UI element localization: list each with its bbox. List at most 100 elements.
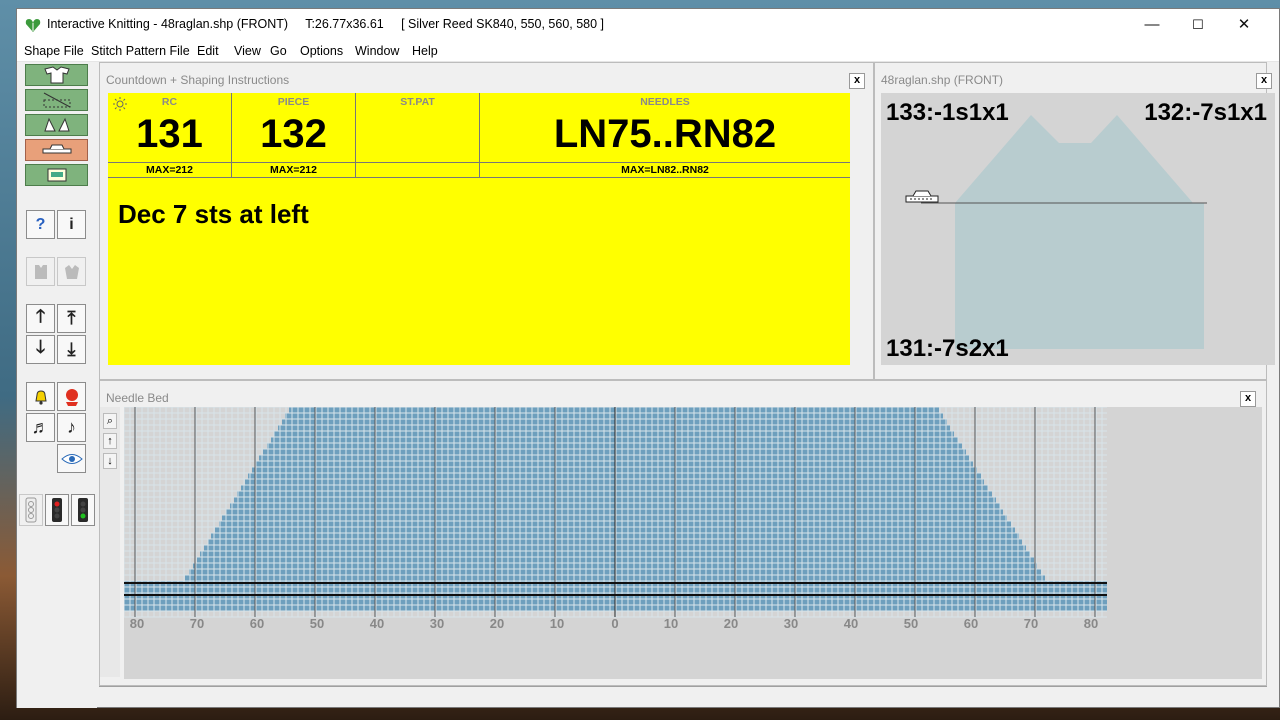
needle-bed-title: Needle Bed — [106, 391, 169, 405]
tick-label: 20 — [489, 616, 505, 631]
app-heart-icon — [25, 19, 41, 32]
stitch-row — [289, 407, 939, 413]
countdown-window: Countdown + Shaping Instructions x RC 13… — [99, 62, 874, 380]
help-button[interactable]: ? — [26, 210, 55, 239]
music-note-button[interactable]: ♪ — [57, 413, 86, 442]
menu-options[interactable]: Options — [300, 44, 343, 58]
tick-label: 70 — [1023, 616, 1039, 631]
carriage-icon — [905, 190, 939, 203]
tick-label: 10 — [549, 616, 565, 631]
scroll-down-icon[interactable]: ↓ — [103, 453, 117, 469]
menu-window[interactable]: Window — [355, 44, 399, 58]
front-piece-button[interactable] — [26, 257, 55, 286]
go-bottom-button[interactable]: ⤓ — [57, 335, 86, 364]
needles-header: NEEDLES — [640, 96, 690, 108]
piece-value: 132 — [260, 112, 327, 156]
raglan-pieces-icon — [43, 117, 70, 132]
traffic-light-red-icon — [52, 498, 62, 522]
pattern-card-button[interactable] — [25, 164, 88, 186]
tick-label: 20 — [723, 616, 739, 631]
close-button[interactable]: ✕ — [1221, 9, 1267, 41]
tick-label: 0 — [611, 616, 619, 631]
needle-bed-window: Needle Bed x ⌕ ↑ ↓ 80 70 60 50 40 30 20 … — [99, 380, 1267, 686]
stpat-header: ST.PAT — [400, 96, 435, 108]
bell-button[interactable] — [26, 382, 55, 411]
traffic-light-green-button[interactable] — [71, 494, 95, 526]
tick-label: 30 — [429, 616, 445, 631]
rc-cell: RC 131 — [108, 93, 232, 163]
garment-shape-drawing — [921, 115, 1207, 349]
tick-label: 80 — [1083, 616, 1099, 631]
stpat-max — [356, 163, 480, 177]
traffic-light-red-button[interactable] — [45, 494, 69, 526]
shape-view: 133:-1s1x1 132:-7s1x1 131:-7s2x1 — [881, 93, 1275, 365]
piece-cell: PIECE 132 — [232, 93, 356, 163]
traffic-light-off-icon — [25, 497, 37, 523]
shape-label-bottom-left: 131:-7s2x1 — [886, 335, 1009, 362]
menu-go[interactable]: Go — [270, 44, 287, 58]
tick-label: 50 — [903, 616, 919, 631]
menu-shape-file[interactable]: Shape File — [24, 44, 84, 58]
stitch-row — [278, 425, 950, 431]
raglan-piece-icon — [64, 264, 79, 279]
tick-label: 70 — [189, 616, 205, 631]
vest-icon — [34, 264, 47, 279]
tick-label: 40 — [369, 616, 385, 631]
tick-label: 10 — [663, 616, 679, 631]
go-top-button[interactable]: ⤒ — [57, 304, 86, 333]
watch-button[interactable] — [57, 444, 86, 473]
shaping-instruction: Dec 7 sts at left — [118, 199, 309, 229]
scroll-up-icon[interactable]: ↑ — [103, 433, 117, 449]
menu-edit[interactable]: Edit — [197, 44, 219, 58]
rc-value: 131 — [136, 112, 203, 156]
piece-header: PIECE — [277, 96, 310, 108]
needle-bed-close-button[interactable]: x — [1240, 391, 1256, 407]
minimize-button[interactable]: — — [1129, 9, 1175, 41]
row-up-button[interactable]: 🡑 — [26, 304, 55, 333]
grid-shape-button[interactable] — [25, 89, 88, 111]
menu-view[interactable]: View — [234, 44, 261, 58]
info-button[interactable]: i — [57, 210, 86, 239]
tick-label: 60 — [963, 616, 979, 631]
countdown-window-title: Countdown + Shaping Instructions — [106, 73, 290, 87]
music-notes-button[interactable]: ♬ — [26, 413, 55, 442]
speaking-head-icon — [65, 388, 78, 406]
maximize-button[interactable]: ☐ — [1175, 9, 1221, 41]
needles-max: MAX=LN82..RN82 — [621, 164, 709, 176]
window-title: Interactive Knitting - 48raglan.shp (FRO… — [47, 17, 605, 31]
shape-window-title: 48raglan.shp (FRONT) — [881, 73, 1004, 87]
pattern-card-icon — [47, 168, 66, 182]
countdown-close-button[interactable]: x — [849, 73, 865, 89]
tick-label: 60 — [249, 616, 265, 631]
traffic-light-off-button[interactable] — [19, 494, 43, 526]
needles-cell: NEEDLES LN75..RN82 — [480, 93, 850, 163]
raglan-pieces-button[interactable] — [25, 114, 88, 136]
needle-bed-grid — [123, 406, 1107, 618]
bell-icon — [34, 389, 47, 405]
row-down-button[interactable]: 🡓 — [26, 335, 55, 364]
knitting-machine-icon — [42, 144, 71, 154]
grid-slope-icon — [43, 92, 70, 108]
menu-stitch-pattern-file[interactable]: Stitch Pattern File — [91, 44, 190, 58]
menu-help[interactable]: Help — [412, 44, 438, 58]
rc-max: MAX=212 — [108, 163, 232, 177]
zoom-icon[interactable]: ⌕ — [103, 413, 117, 429]
needle-bed-side-tools: ⌕ ↑ ↓ — [100, 407, 120, 677]
rc-header: RC — [161, 96, 178, 108]
shape-window: 48raglan.shp (FRONT) x 133:-1s1x1 132:-7… — [874, 62, 1275, 380]
max-row: MAX=212 MAX=212 MAX=LN82..RN82 — [108, 162, 850, 178]
shape-label-top-right: 132:-7s1x1 — [1144, 99, 1267, 126]
menu-bar: Shape File Stitch Pattern File Edit View… — [17, 41, 1279, 62]
shape-close-button[interactable]: x — [1256, 73, 1272, 89]
back-piece-button[interactable] — [57, 257, 86, 286]
speech-button[interactable] — [57, 382, 86, 411]
needle-bed-view: 80 70 60 50 40 30 20 10 0 10 20 30 40 50… — [123, 406, 1262, 679]
garment-shape-button[interactable] — [25, 64, 88, 86]
shape-label-top-left: 133:-1s1x1 — [886, 99, 1009, 126]
tick-label: 80 — [129, 616, 145, 631]
countdown-panel: RC 131 PIECE 132 ST.PAT NEEDLES LN75..RN… — [108, 93, 850, 365]
mdi-workspace: Countdown + Shaping Instructions x RC 13… — [99, 62, 1275, 687]
tick-label: 40 — [843, 616, 859, 631]
title-bar: Interactive Knitting - 48raglan.shp (FRO… — [17, 9, 1279, 41]
knitting-machine-button[interactable] — [25, 139, 88, 161]
